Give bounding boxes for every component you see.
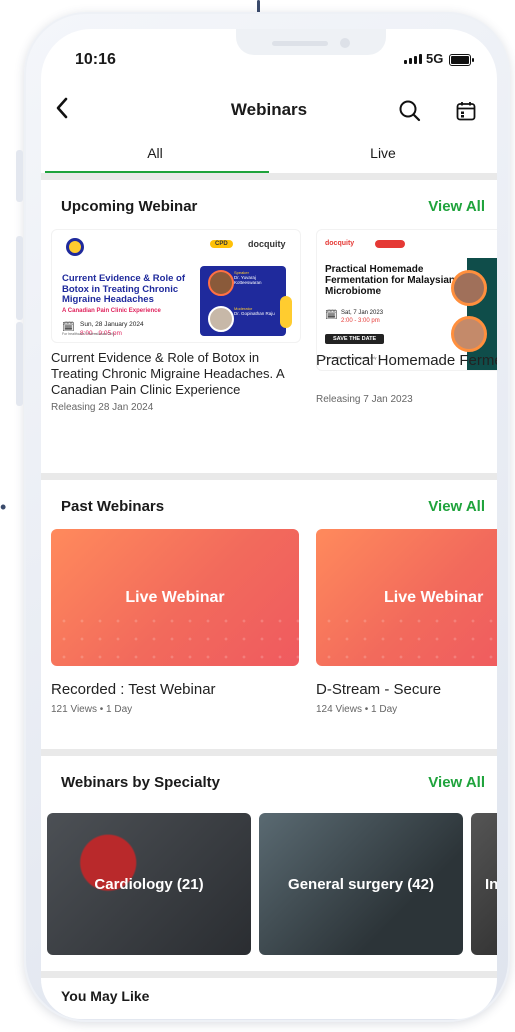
phone-side-button xyxy=(16,322,23,406)
past-section-title: Past Webinars xyxy=(61,498,165,515)
upcoming-section-title: Upcoming Webinar xyxy=(61,198,198,215)
signal-icon xyxy=(404,54,422,64)
upcoming-card-banner[interactable]: CPD docquity Current Evidence & Role of … xyxy=(51,229,301,343)
banner-decor-shape xyxy=(280,296,292,328)
moderator-name: Dr. Gopinathan Raju xyxy=(234,311,275,316)
specialty-card-partial[interactable]: In xyxy=(471,813,497,955)
past-view-all-link[interactable]: View All xyxy=(428,498,485,515)
speaker-photo xyxy=(451,316,487,352)
moderator-photo xyxy=(208,306,234,332)
thumbnail-dot-pattern xyxy=(316,608,497,666)
specialty-card-cardiology[interactable]: Cardiology (21) xyxy=(47,813,251,955)
docquity-logo: docquity xyxy=(248,239,286,249)
section-divider xyxy=(41,173,497,180)
thumbnail-dot-pattern xyxy=(51,608,299,666)
thumbnail-label: Live Webinar xyxy=(384,588,484,606)
speaker-panel: Speaker Dr. Yuvaraj Kotteeswaran Moderat… xyxy=(200,266,286,336)
specialty-card-general-surgery[interactable]: General surgery (42) xyxy=(259,813,463,955)
past-webinar-title[interactable]: D-Stream - Secure xyxy=(316,681,441,699)
past-webinar-thumbnail[interactable]: Live Webinar xyxy=(316,529,497,666)
past-webinar-stats: 121 Views • 1 Day xyxy=(51,704,133,715)
page-title: Webinars xyxy=(230,100,308,119)
section-divider xyxy=(41,971,497,978)
banner-footer: For healthcare Professionals Only xyxy=(62,332,115,336)
network-type: 5G xyxy=(426,51,444,66)
upcoming-card-title[interactable]: Current Evidence & Role of Botox in Trea… xyxy=(51,350,301,398)
speaker-name: Dr. Yuvaraj Kotteeswaran xyxy=(234,275,262,285)
banner-subheading: A Canadian Pain Clinic Experience xyxy=(62,308,161,314)
banner-heading: Current Evidence & Role of Botox in Trea… xyxy=(62,273,185,305)
past-webinar-title[interactable]: Recorded : Test Webinar xyxy=(51,681,216,699)
banner-date: Sat, 7 Jan 2023 xyxy=(341,310,384,316)
search-icon[interactable] xyxy=(398,99,422,123)
specialty-view-all-link[interactable]: View All xyxy=(428,774,485,791)
save-the-date-tag: SAVE THE DATE xyxy=(325,334,385,344)
thumbnail-label: Live Webinar xyxy=(125,588,225,606)
you-may-like-title: You May Like xyxy=(61,988,150,1004)
phone-side-button xyxy=(16,150,23,202)
specialty-card-label: General surgery (42) xyxy=(288,875,434,893)
section-divider xyxy=(41,749,497,756)
speaker-photo xyxy=(208,270,234,296)
past-webinar-thumbnail[interactable]: Live Webinar xyxy=(51,529,299,666)
banner-heading: Practical Homemade Fermentation for Mala… xyxy=(325,264,456,297)
specialty-card-label: In xyxy=(485,875,497,893)
partner-logo xyxy=(375,240,405,248)
battery-icon xyxy=(449,54,474,66)
app-screen: 10:16 5G Webinars All Live Upcoming Webi… xyxy=(41,29,497,1019)
upcoming-view-all-link[interactable]: View All xyxy=(428,198,485,215)
cpd-badge: CPD xyxy=(210,240,233,248)
upcoming-card-banner[interactable]: docquity Practical Homemade Fermentation… xyxy=(316,229,497,371)
upcoming-card-title[interactable]: Practical Homemade Fermentation for Mala… xyxy=(316,352,497,370)
specialty-section-title: Webinars by Specialty xyxy=(61,774,220,791)
tab-all[interactable]: All xyxy=(41,133,269,174)
banner-date: Sun, 28 January 2024 xyxy=(80,321,144,328)
society-logo xyxy=(66,238,84,256)
speaker-photo xyxy=(451,270,487,306)
status-time: 10:16 xyxy=(75,51,116,68)
upcoming-card-release-date: Releasing 28 Jan 2024 xyxy=(51,402,154,413)
banner-time: 2:00 - 3:00 pm xyxy=(341,318,380,324)
status-bar: 10:16 5G xyxy=(41,29,497,99)
calendar-icon[interactable] xyxy=(454,99,478,123)
phone-side-button xyxy=(16,236,23,320)
tab-bar: All Live xyxy=(41,133,497,174)
tab-live[interactable]: Live xyxy=(269,133,497,173)
section-divider xyxy=(41,473,497,480)
specialty-card-label: Cardiology (21) xyxy=(94,875,204,893)
past-webinar-stats: 124 Views • 1 Day xyxy=(316,704,398,715)
calendar-icon: 🗓 xyxy=(325,310,338,321)
top-navigation: Webinars xyxy=(41,91,497,131)
docquity-logo: docquity xyxy=(325,240,355,247)
upcoming-card-release-date: Releasing 7 Jan 2023 xyxy=(316,394,413,405)
